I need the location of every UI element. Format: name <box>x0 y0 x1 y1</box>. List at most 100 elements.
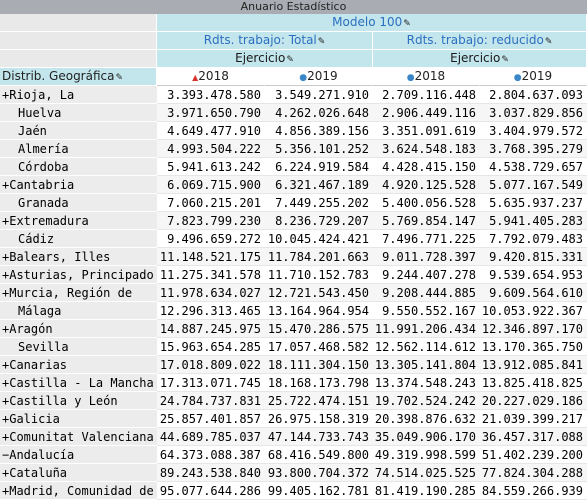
edit-icon[interactable]: ✎ <box>545 34 553 51</box>
table-cell: 24.784.737.831 <box>157 392 265 410</box>
dimension-header[interactable]: Ejercicio✎ <box>157 50 373 68</box>
table-cell: 35.049.906.170 <box>373 428 480 446</box>
year-label: 2018 <box>414 69 446 83</box>
sort-icon: ● <box>513 73 522 83</box>
row-label[interactable]: +Cataluña <box>0 464 157 482</box>
table-cell: 11.991.206.434 <box>373 320 480 338</box>
table-cell: 5.941.405.283 <box>480 212 587 230</box>
table-cell: 12.562.114.612 <box>373 338 480 356</box>
year-header[interactable]: ▲2018 <box>157 68 265 86</box>
table-row: +Rioja, La 3.393.478.580 3.549.271.910 2.70… <box>0 86 587 104</box>
table-cell: 19.702.524.242 <box>373 392 480 410</box>
row-label[interactable]: +Rioja, La <box>0 86 157 104</box>
table-cell: 4.538.729.657 <box>480 158 587 176</box>
row-label[interactable]: +Asturias, Principado de <box>0 266 157 284</box>
measure-header-total[interactable]: Rdts. trabajo: Total✎ <box>157 32 373 50</box>
row-label[interactable]: +Galicia <box>0 410 157 428</box>
table-cell: 4.993.504.222 <box>157 140 265 158</box>
table-cell: 74.514.025.525 <box>373 464 480 482</box>
edit-icon[interactable]: ✎ <box>286 52 294 69</box>
table-cell: 13.305.141.804 <box>373 356 480 374</box>
dimension-header[interactable]: Ejercicio✎ <box>373 50 587 68</box>
table-cell: 2.906.449.116 <box>373 104 480 122</box>
row-dimension-header[interactable]: Distrib. Geográfica✎ <box>0 68 157 86</box>
table-cell: 3.404.979.572 <box>480 122 587 140</box>
row-label: Almería <box>0 140 157 158</box>
year-header[interactable]: ●2019 <box>265 68 373 86</box>
row-label[interactable]: −Andalucía <box>0 446 157 464</box>
row-label[interactable]: +Aragón <box>0 320 157 338</box>
table-cell: 12.346.897.170 <box>480 320 587 338</box>
row-label[interactable]: +Extremadura <box>0 212 157 230</box>
edit-icon[interactable]: ✎ <box>318 34 326 51</box>
table-cell: 4.920.125.528 <box>373 176 480 194</box>
table-cell: 4.649.477.910 <box>157 122 265 140</box>
table-cell: 4.428.415.150 <box>373 158 480 176</box>
table-cell: 21.039.399.217 <box>480 410 587 428</box>
row-label[interactable]: +Murcia, Región de <box>0 284 157 302</box>
dimension-label: Ejercicio <box>235 51 286 65</box>
table-cell: 17.018.809.022 <box>157 356 265 374</box>
table-cell: 5.635.937.237 <box>480 194 587 212</box>
table-row: +Castilla - La Mancha 17.313.071.745 18.16… <box>0 374 587 392</box>
table-cell: 13.170.365.750 <box>480 338 587 356</box>
edit-icon[interactable]: ✎ <box>501 52 509 69</box>
table-cell: 12.296.313.465 <box>157 302 265 320</box>
table-cell: 15.470.286.575 <box>265 320 373 338</box>
table-cell: 44.689.785.037 <box>157 428 265 446</box>
table-row: +Castilla y León 24.784.737.831 25.722.474… <box>0 392 587 410</box>
row-label[interactable]: +Comunitat Valenciana <box>0 428 157 446</box>
row-label: Jaén <box>0 122 157 140</box>
table-body: +Rioja, La 3.393.478.580 3.549.271.910 2.70… <box>0 86 587 500</box>
table-cell: 25.722.474.151 <box>265 392 373 410</box>
row-label[interactable]: +Madrid, Comunidad de <box>0 482 157 500</box>
table-cell: 7.823.799.230 <box>157 212 265 230</box>
corner-cell <box>0 32 157 50</box>
table-cell: 3.624.548.183 <box>373 140 480 158</box>
table-row: Córdoba 5.941.613.242 6.224.919.584 4.428.4… <box>0 158 587 176</box>
row-label: Málaga <box>0 302 157 320</box>
sort-icon: ● <box>299 73 308 83</box>
row-label[interactable]: +Castilla - La Mancha <box>0 374 157 392</box>
table-cell: 18.168.173.798 <box>265 374 373 392</box>
row-label[interactable]: +Balears, Illes <box>0 248 157 266</box>
year-header[interactable]: ●2018 <box>373 68 480 86</box>
table-cell: 89.243.538.840 <box>157 464 265 482</box>
table-cell: 9.539.654.953 <box>480 266 587 284</box>
row-label: Cádiz <box>0 230 157 248</box>
edit-icon[interactable]: ✎ <box>403 16 411 33</box>
row-label[interactable]: +Canarias <box>0 356 157 374</box>
table-cell: 17.313.071.745 <box>157 374 265 392</box>
table-cell: 3.768.395.279 <box>480 140 587 158</box>
measure-group-header[interactable]: Modelo 100✎ <box>157 14 587 32</box>
table-row: +Balears, Illes 11.148.521.175 11.784.201.… <box>0 248 587 266</box>
table-cell: 5.769.854.147 <box>373 212 480 230</box>
table-cell: 17.057.468.582 <box>265 338 373 356</box>
table-row: +Extremadura 7.823.799.230 8.236.729.207 5.… <box>0 212 587 230</box>
table-cell: 14.887.245.975 <box>157 320 265 338</box>
row-label: Granada <box>0 194 157 212</box>
pivot-table: Anuario Estadístico Modelo 100✎ Rdts. tr… <box>0 0 587 500</box>
table-cell: 20.398.876.632 <box>373 410 480 428</box>
table-cell: 84.559.266.939 <box>480 482 587 500</box>
measure-group-label: Modelo 100 <box>332 15 403 29</box>
table-cell: 13.374.548.243 <box>373 374 480 392</box>
table-row: +Madrid, Comunidad de 95.077.644.286 99.40… <box>0 482 587 500</box>
year-header[interactable]: ●2019 <box>480 68 587 86</box>
measure-header-reducido[interactable]: Rdts. trabajo: reducido✎ <box>373 32 587 50</box>
table-row: Cádiz 9.496.659.272 10.045.424.421 7.496.77… <box>0 230 587 248</box>
table-cell: 5.400.056.528 <box>373 194 480 212</box>
table-row: +Galicia 25.857.401.857 26.975.158.319 20.3… <box>0 410 587 428</box>
row-label[interactable]: +Castilla y León <box>0 392 157 410</box>
table-cell: 9.420.815.331 <box>480 248 587 266</box>
table-cell: 20.227.029.186 <box>480 392 587 410</box>
table-cell: 2.709.116.448 <box>373 86 480 104</box>
table-cell: 64.373.088.387 <box>157 446 265 464</box>
table-cell: 81.419.190.285 <box>373 482 480 500</box>
row-label: Huelva <box>0 104 157 122</box>
edit-icon[interactable]: ✎ <box>115 70 123 87</box>
row-label[interactable]: +Cantabria <box>0 176 157 194</box>
table-cell: 10.045.424.421 <box>265 230 373 248</box>
table-cell: 47.144.733.743 <box>265 428 373 446</box>
table-cell: 68.416.549.800 <box>265 446 373 464</box>
